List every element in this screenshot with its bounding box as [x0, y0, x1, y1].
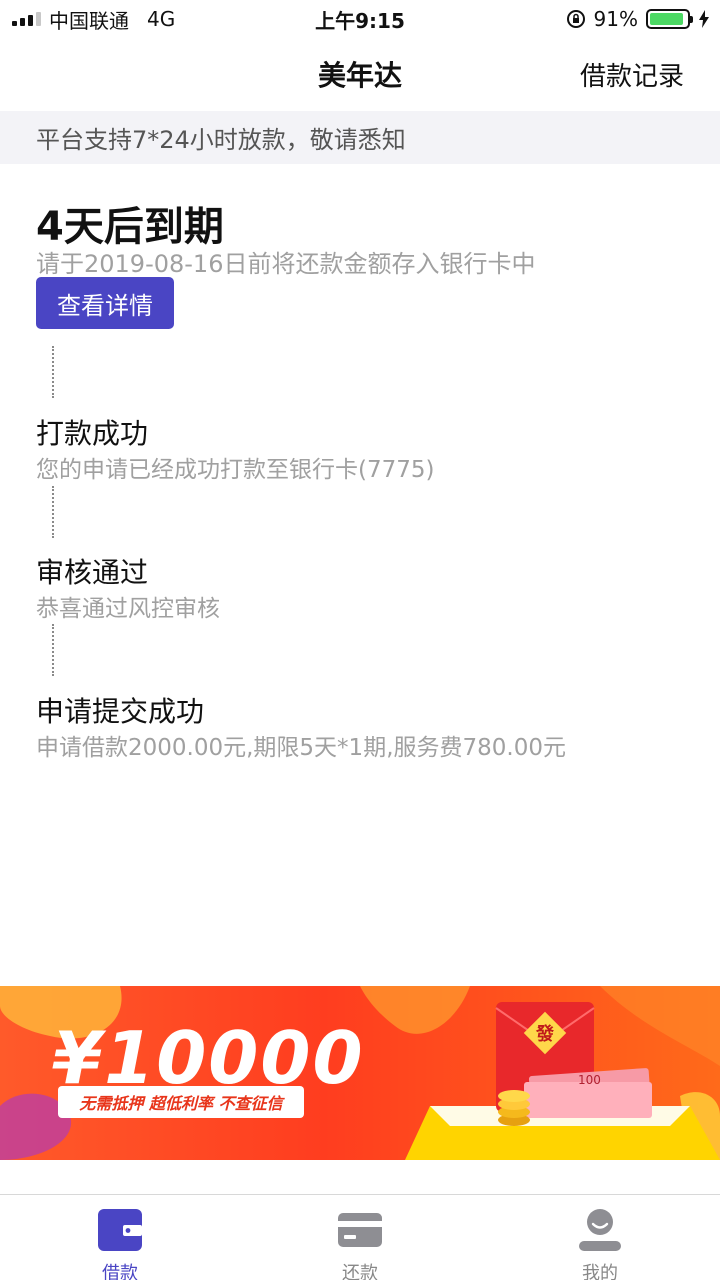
envelope-character: 發	[535, 1023, 555, 1045]
banner-tags: 无需抵押 超低利率 不查征信	[58, 1086, 304, 1118]
tab-borrow[interactable]: 借款	[0, 1195, 240, 1280]
step-description: 申请借款2000.00元,期限5天*1期,服务费780.00元	[36, 735, 566, 761]
timeline-connector	[52, 486, 54, 538]
tab-repay[interactable]: 还款	[240, 1195, 480, 1280]
battery-fill	[650, 13, 683, 25]
user-icon	[577, 1207, 623, 1253]
due-description: 请于2019-08-16日前将还款金额存入银行卡中	[36, 250, 536, 278]
tab-bar: 借款 还款 我的	[0, 1194, 720, 1280]
wallet-icon	[97, 1207, 143, 1253]
tab-label: 我的	[582, 1263, 618, 1280]
promo-banner[interactable]: ¥10000 无需抵押 超低利率 不查征信 發 100	[0, 986, 720, 1160]
nav-bar: 美年达 借款记录	[0, 38, 720, 110]
red-envelope-illustration: 發 100	[405, 1002, 720, 1160]
timeline-connector	[52, 624, 54, 676]
rotation-lock-icon	[566, 9, 586, 29]
tab-profile[interactable]: 我的	[480, 1195, 720, 1280]
status-right: 91%	[566, 0, 710, 38]
step-title: 申请提交成功	[36, 695, 205, 728]
tab-label: 还款	[342, 1263, 378, 1280]
battery-percent: 91%	[593, 7, 638, 31]
step-description: 恭喜通过风控审核	[36, 596, 220, 622]
battery-icon	[646, 9, 693, 29]
step-title: 审核通过	[36, 556, 149, 589]
loan-records-button[interactable]: 借款记录	[580, 38, 684, 110]
step-title: 打款成功	[36, 417, 149, 450]
step-description: 您的申请已经成功打款至银行卡(7775)	[36, 457, 435, 483]
card-icon	[337, 1207, 383, 1253]
notice-banner: 平台支持7*24小时放款，敬请悉知	[0, 111, 720, 164]
view-details-button[interactable]: 查看详情	[36, 277, 174, 329]
banknote-value: 100	[578, 1073, 601, 1087]
status-bar: 中国联通 4G 上午9:15 91%	[0, 0, 720, 38]
timeline-connector	[52, 346, 54, 398]
tab-label: 借款	[102, 1263, 138, 1280]
charging-bolt-icon	[698, 10, 710, 28]
